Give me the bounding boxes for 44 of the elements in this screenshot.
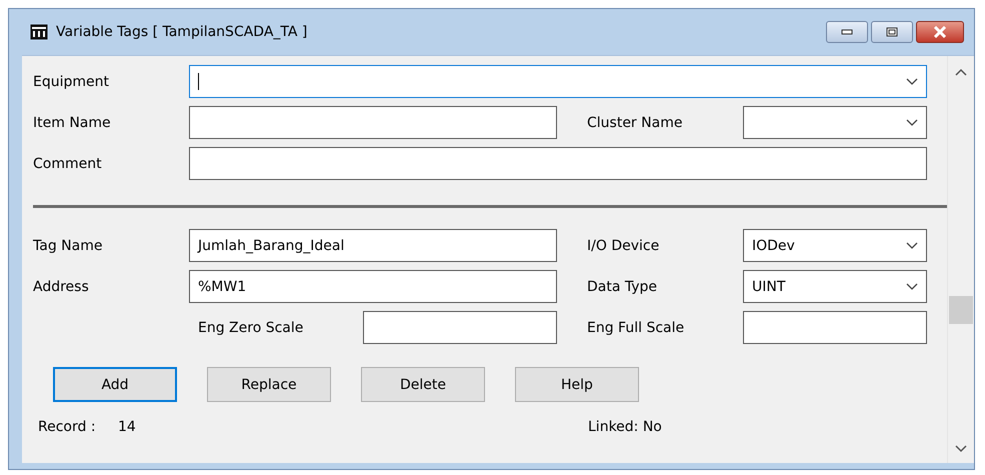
chevron-down-icon	[906, 119, 918, 126]
input-field[interactable]: %MW1	[189, 270, 557, 303]
dropdown-field[interactable]: IODev	[743, 229, 927, 262]
linked-status: Linked: No	[588, 419, 662, 435]
dropdown-field[interactable]	[189, 65, 927, 98]
field-label: Cluster Name	[587, 114, 684, 130]
action-button[interactable]: Delete	[361, 367, 485, 402]
field-label: Data Type	[587, 278, 658, 294]
scroll-thumb[interactable]	[949, 296, 973, 324]
minimize-icon	[841, 29, 853, 35]
field-label: Eng Full Scale	[587, 320, 686, 336]
input-field[interactable]	[189, 147, 927, 180]
dropdown-field[interactable]: UINT	[743, 270, 927, 303]
field-label: Address	[33, 278, 90, 294]
text-cursor	[198, 73, 199, 90]
minimize-button[interactable]	[826, 21, 868, 43]
maximize-button[interactable]	[871, 21, 913, 43]
scrollbar[interactable]	[947, 56, 974, 463]
close-button[interactable]	[916, 21, 964, 43]
chevron-down-icon	[906, 283, 918, 290]
field-label: Eng Zero Scale	[197, 320, 304, 336]
action-button[interactable]: Help	[515, 367, 639, 402]
window-title: Variable Tags [ TampilanSCADA_TA ]	[56, 24, 308, 40]
input-field[interactable]: Jumlah_Barang_Ideal	[189, 229, 557, 262]
field-label: Item Name	[33, 114, 112, 130]
maximize-icon	[886, 27, 898, 37]
app-icon	[30, 24, 48, 40]
scroll-down-icon[interactable]	[955, 445, 967, 453]
field-label: Comment	[33, 156, 103, 172]
input-field[interactable]	[363, 311, 557, 344]
chevron-down-icon	[906, 242, 918, 249]
action-button[interactable]: Replace	[207, 367, 331, 402]
field-label: Equipment	[33, 74, 110, 90]
close-icon	[933, 26, 947, 38]
record-label: Record :	[38, 419, 97, 435]
scroll-up-icon[interactable]	[955, 68, 967, 76]
field-label: Tag Name	[33, 238, 104, 254]
field-label: I/O Device	[587, 238, 660, 254]
chevron-down-icon	[906, 78, 918, 85]
action-button[interactable]: Add	[53, 367, 177, 402]
input-field[interactable]	[743, 311, 927, 344]
dropdown-field[interactable]	[743, 106, 927, 139]
input-field[interactable]	[189, 106, 557, 139]
record-count: 14	[118, 419, 137, 435]
